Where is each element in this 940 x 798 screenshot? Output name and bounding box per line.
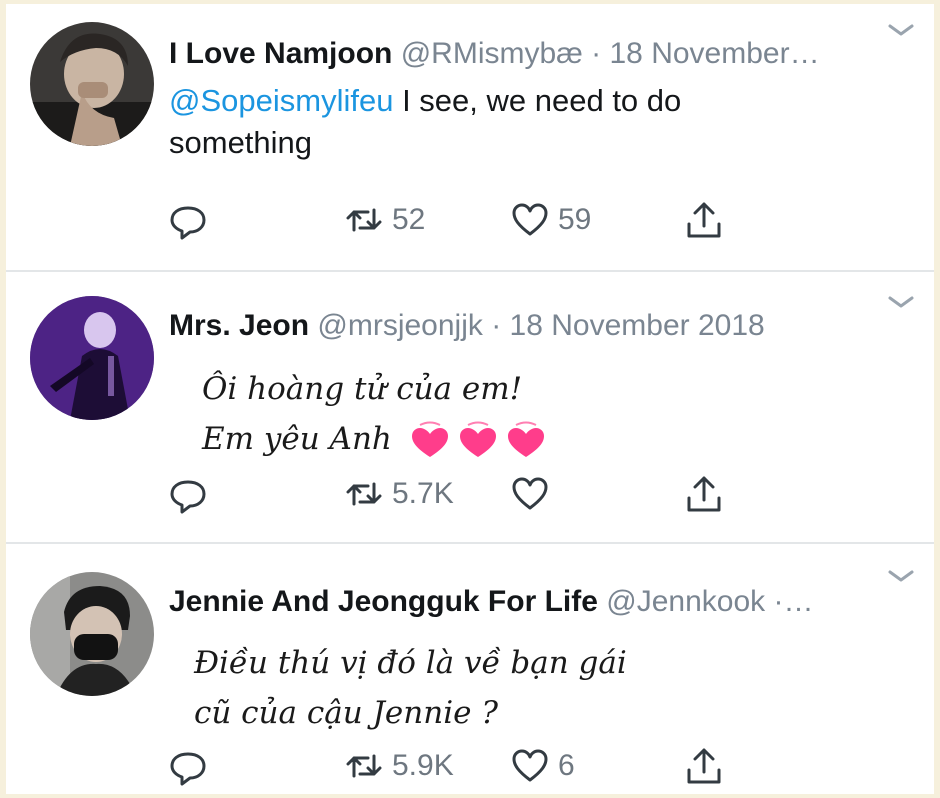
like-icon: [512, 749, 548, 782]
handwritten-text: Em yêu Anh: [202, 421, 392, 457]
retweet-button[interactable]: 5.9K: [344, 746, 454, 786]
handle[interactable]: @Jennkook: [606, 585, 765, 618]
share-icon: [687, 748, 721, 784]
handwritten-line-1: Ôi hoàng tử của em!: [202, 371, 523, 407]
timestamp[interactable]: · 18 November 2018: [491, 309, 765, 342]
timestamp[interactable]: ·…: [774, 585, 814, 618]
like-icon: [512, 477, 548, 510]
tweet-header: I Love Namjoon @RMismybæ · 18 November…: [169, 36, 820, 72]
chevron-down-icon[interactable]: [886, 292, 916, 312]
tweet-1[interactable]: I Love Namjoon @RMismybæ · 18 November… …: [6, 4, 934, 272]
handwritten-line-2: cũ của cậu Jennie ?: [194, 695, 498, 731]
avatar[interactable]: [30, 296, 154, 420]
share-icon: [687, 202, 721, 238]
retweet-count: 5.9K: [392, 749, 454, 782]
chevron-down-icon[interactable]: [886, 566, 916, 586]
tweet-header: Jennie And Jeongguk For Life @Jennkook ·…: [169, 584, 814, 620]
avatar[interactable]: [30, 572, 154, 696]
like-button[interactable]: [510, 474, 558, 514]
like-button[interactable]: 59: [510, 200, 591, 240]
share-button[interactable]: [684, 200, 724, 240]
action-bar: 5.9K 6: [166, 746, 766, 786]
handle[interactable]: @RMismybæ: [401, 37, 583, 70]
reply-button[interactable]: [168, 746, 216, 786]
tweet-2[interactable]: Mrs. Jeon @mrsjeonjjk · 18 November 2018…: [6, 272, 934, 544]
retweet-icon: [346, 208, 382, 232]
mention-link[interactable]: @Sopeismylifeu: [169, 83, 393, 118]
handwritten-line-2: Em yêu Anh: [202, 414, 548, 464]
reply-icon: [170, 752, 206, 786]
like-count: 6: [558, 749, 575, 782]
share-icon: [687, 476, 721, 512]
two-hearts-icon: [411, 421, 544, 457]
retweet-count: 5.7K: [392, 477, 454, 510]
action-bar: 52 59: [166, 200, 766, 240]
share-button[interactable]: [684, 746, 724, 786]
retweet-button[interactable]: 52: [344, 200, 425, 240]
retweet-count: 52: [392, 203, 426, 236]
share-button[interactable]: [684, 474, 724, 514]
timeline: I Love Namjoon @RMismybæ · 18 November… …: [6, 4, 934, 794]
reply-button[interactable]: [168, 200, 216, 240]
handwritten-line-1: Điều thú vị đó là về bạn gái: [194, 645, 627, 681]
reply-icon: [170, 480, 206, 514]
like-count: 59: [558, 203, 592, 236]
like-icon: [512, 203, 548, 236]
chevron-down-icon[interactable]: [886, 20, 916, 40]
display-name[interactable]: Mrs. Jeon: [169, 309, 309, 342]
display-name[interactable]: I Love Namjoon: [169, 37, 392, 70]
display-name[interactable]: Jennie And Jeongguk For Life: [169, 585, 598, 618]
reply-button[interactable]: [168, 474, 216, 514]
avatar[interactable]: [30, 22, 154, 146]
retweet-icon: [346, 754, 382, 778]
timestamp[interactable]: · 18 November…: [591, 37, 819, 70]
tweet-header: Mrs. Jeon @mrsjeonjjk · 18 November 2018: [169, 308, 765, 344]
tweet-text: @Sopeismylifeu I see, we need to do some…: [169, 80, 809, 164]
like-button[interactable]: 6: [510, 746, 575, 786]
handle[interactable]: @mrsjeonjjk: [317, 309, 482, 342]
tweet-3[interactable]: Jennie And Jeongguk For Life @Jennkook ·…: [6, 544, 934, 794]
retweet-button[interactable]: 5.7K: [344, 474, 454, 514]
retweet-icon: [346, 482, 382, 506]
reply-icon: [170, 206, 206, 240]
action-bar: 5.7K: [166, 474, 766, 514]
